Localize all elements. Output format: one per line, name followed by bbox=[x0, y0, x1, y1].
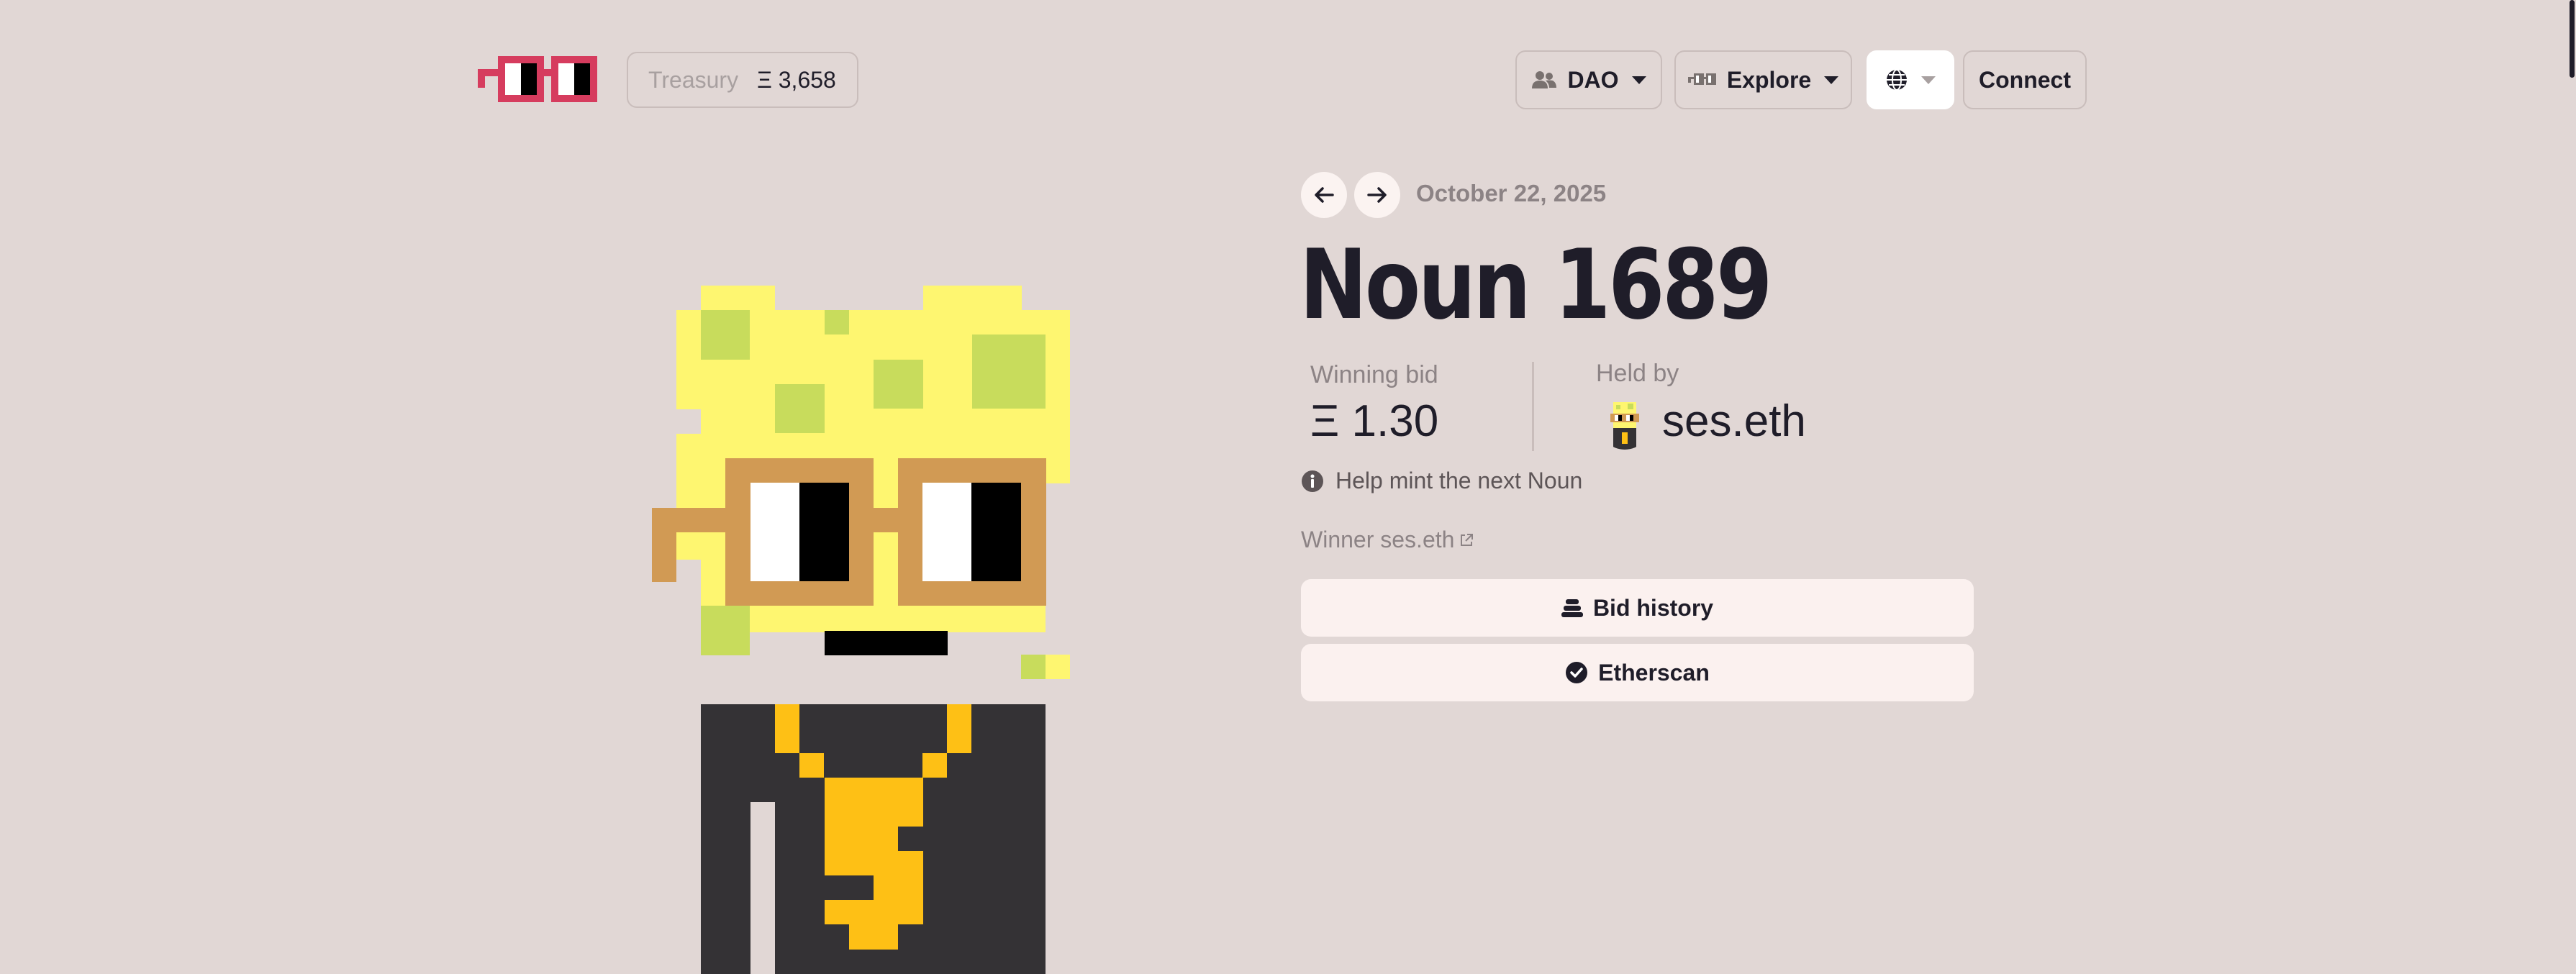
explore-label: Explore bbox=[1726, 66, 1812, 93]
chevron-down-icon bbox=[1631, 76, 1646, 84]
help-mint-link[interactable]: Help mint the next Noun bbox=[1301, 468, 1582, 494]
treasury-badge[interactable]: Treasury Ξ 3,658 bbox=[627, 52, 858, 108]
previous-noun-button[interactable] bbox=[1301, 172, 1347, 218]
external-link-icon bbox=[1461, 533, 1474, 546]
noggles-icon bbox=[1687, 73, 1716, 85]
globe-icon bbox=[1887, 69, 1907, 91]
divider bbox=[1532, 362, 1534, 451]
users-icon bbox=[1532, 71, 1557, 88]
etherscan-button[interactable]: Etherscan bbox=[1301, 644, 1974, 701]
scrollbar[interactable] bbox=[2564, 0, 2576, 974]
winning-bid-value: Ξ 1.30 bbox=[1310, 396, 1439, 446]
check-circle-icon bbox=[1566, 662, 1588, 683]
auction-date: October 22, 2025 bbox=[1416, 180, 1607, 206]
bid-history-button[interactable]: Bid history bbox=[1301, 579, 1974, 637]
avatar[interactable] bbox=[1599, 398, 1651, 450]
scrollbar-thumb[interactable] bbox=[2570, 0, 2575, 78]
holder-name[interactable]: ses.eth bbox=[1662, 396, 1806, 447]
page-title: Noun 1689 bbox=[1300, 229, 1772, 341]
noun-image bbox=[652, 286, 1070, 974]
language-dropdown-button[interactable] bbox=[1867, 50, 1954, 109]
bid-history-label: Bid history bbox=[1592, 594, 1714, 621]
connect-button[interactable]: Connect bbox=[1963, 50, 2087, 109]
chevron-down-icon bbox=[1921, 76, 1936, 84]
arrow-left-icon bbox=[1315, 187, 1334, 203]
treasury-label: Treasury bbox=[648, 66, 739, 93]
next-noun-button[interactable] bbox=[1354, 172, 1400, 218]
treasury-amount: Ξ 3,658 bbox=[757, 66, 836, 93]
winner-text: Winner ses.eth bbox=[1301, 527, 1455, 552]
winner-link[interactable]: Winner ses.eth bbox=[1301, 527, 1474, 553]
dao-label: DAO bbox=[1567, 66, 1619, 93]
winning-bid-label: Winning bid bbox=[1310, 361, 1438, 388]
held-by-label: Held by bbox=[1596, 360, 1679, 387]
chevron-down-icon bbox=[1824, 76, 1839, 84]
etherscan-label: Etherscan bbox=[1598, 659, 1710, 686]
holder-noun-icon bbox=[1599, 398, 1651, 450]
stack-icon bbox=[1561, 599, 1583, 617]
help-mint-text: Help mint the next Noun bbox=[1335, 468, 1583, 493]
info-icon bbox=[1302, 470, 1323, 492]
noggles-logo[interactable] bbox=[478, 56, 597, 102]
explore-dropdown-button[interactable]: Explore bbox=[1674, 50, 1852, 109]
dao-dropdown-button[interactable]: DAO bbox=[1515, 50, 1662, 109]
arrow-right-icon bbox=[1367, 187, 1387, 203]
